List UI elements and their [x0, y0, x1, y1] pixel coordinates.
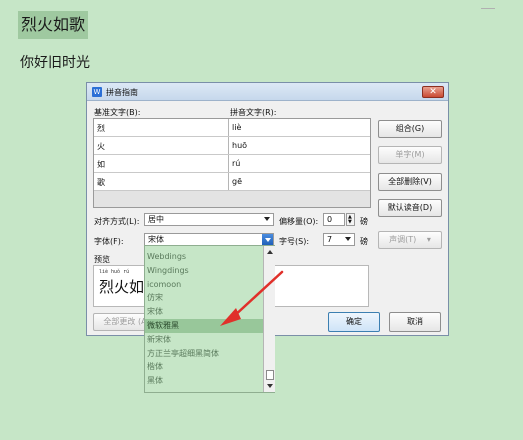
annotation-arrow-icon [220, 270, 284, 326]
